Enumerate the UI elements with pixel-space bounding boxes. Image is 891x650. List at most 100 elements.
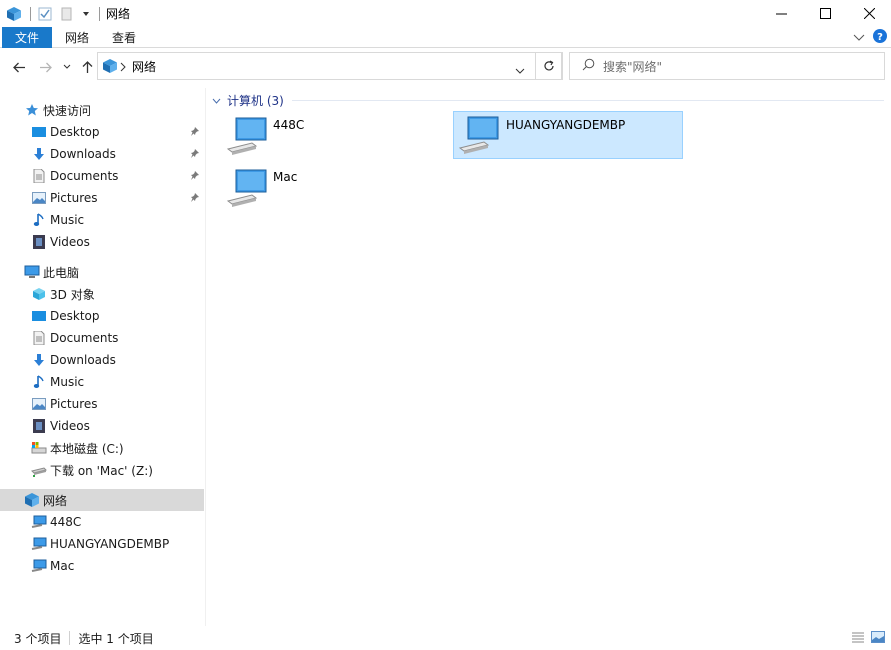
pin-icon[interactable] <box>190 191 200 205</box>
group-header-computers[interactable]: 计算机 (3) <box>212 92 884 108</box>
nav-label: 3D 对象 <box>50 287 95 302</box>
computer-item-huangyangdembp[interactable]: HUANGYANGDEMBP <box>453 111 683 159</box>
download-icon <box>31 146 47 162</box>
tab-file[interactable]: 文件 <box>2 27 52 48</box>
navigation-pane: 快速访问 Desktop Downloads Documents Picture… <box>0 88 206 626</box>
divider <box>30 6 31 21</box>
close-button[interactable] <box>847 0 891 27</box>
search-placeholder: 搜索"网络" <box>603 59 663 74</box>
new-folder-icon[interactable] <box>59 6 75 22</box>
nav-label: 448C <box>50 515 82 529</box>
nav-label: Desktop <box>50 125 100 139</box>
nav-pc-music[interactable]: Music <box>31 371 204 393</box>
forward-button[interactable] <box>36 59 54 75</box>
divider <box>99 6 100 21</box>
download-icon <box>31 352 47 368</box>
chevron-down-icon[interactable] <box>81 6 91 22</box>
document-icon <box>31 330 47 346</box>
computer-item-448c[interactable]: 448C <box>221 112 451 160</box>
computer-icon <box>226 168 268 211</box>
nav-label: 快速访问 <box>43 103 92 118</box>
nav-pc-documents[interactable]: Documents <box>31 327 204 349</box>
item-count: 3 个项目 <box>14 631 62 646</box>
group-label: 计算机 (3) <box>227 93 284 108</box>
computer-item-mac[interactable]: Mac <box>221 164 451 212</box>
nav-quick-documents[interactable]: Documents <box>31 165 204 187</box>
nav-quick-desktop[interactable]: Desktop <box>31 121 204 143</box>
chevron-down-icon <box>212 93 221 107</box>
nav-network-448c[interactable]: 448C <box>31 511 204 533</box>
computer-icon <box>24 264 40 280</box>
pin-icon[interactable] <box>190 169 200 183</box>
content-pane: 计算机 (3) 448C HUANGYANGDEMBP Mac <box>207 88 891 626</box>
nav-pc-mac-share[interactable]: 下载 on 'Mac' (Z:) <box>31 459 204 481</box>
maximize-button[interactable] <box>803 0 847 27</box>
up-button[interactable] <box>78 59 96 75</box>
computer-icon <box>226 116 268 159</box>
cube-icon <box>31 286 47 302</box>
tab-view[interactable]: 查看 <box>104 27 144 48</box>
network-icon[interactable] <box>6 6 22 22</box>
properties-icon[interactable] <box>37 6 53 22</box>
back-button[interactable] <box>10 59 28 75</box>
nav-pc-desktop[interactable]: Desktop <box>31 305 204 327</box>
nav-quick-videos[interactable]: Videos <box>31 231 204 253</box>
recent-locations-button[interactable] <box>60 59 74 75</box>
nav-label: Videos <box>50 419 90 433</box>
hard-drive-icon <box>31 440 47 456</box>
expand-ribbon-icon[interactable] <box>853 31 865 45</box>
selected-count: 选中 1 个项目 <box>78 631 154 646</box>
chevron-right-icon[interactable] <box>120 61 126 75</box>
help-icon[interactable]: ? <box>873 29 887 46</box>
large-icons-view-icon[interactable] <box>871 631 885 646</box>
nav-pc-videos[interactable]: Videos <box>31 415 204 437</box>
breadcrumb[interactable]: 网络 <box>132 58 156 75</box>
network-drive-icon <box>31 462 47 478</box>
explorer-window: 网络 文件 网络 查看 ? 网络 搜索"网络" 快速访问 Desktop Dow… <box>0 0 891 650</box>
desktop-icon <box>31 308 47 324</box>
nav-network-mac[interactable]: Mac <box>31 555 204 577</box>
nav-pc-3d-objects[interactable]: 3D 对象 <box>31 283 204 305</box>
nav-quick-access[interactable]: 快速访问 <box>24 99 204 121</box>
details-view-icon[interactable] <box>851 631 865 646</box>
search-icon <box>582 58 595 74</box>
nav-quick-pictures[interactable]: Pictures <box>31 187 204 209</box>
nav-pc-downloads[interactable]: Downloads <box>31 349 204 371</box>
computer-label: Mac <box>273 170 298 184</box>
search-input[interactable]: 搜索"网络" <box>569 52 885 80</box>
divider <box>69 631 71 645</box>
nav-label: HUANGYANGDEMBP <box>50 537 170 551</box>
network-icon <box>24 492 40 508</box>
star-icon <box>24 102 40 118</box>
pin-icon[interactable] <box>190 147 200 161</box>
status-bar: 3 个项目 选中 1 个项目 <box>0 626 891 650</box>
title-bar: 网络 <box>0 0 891 27</box>
nav-pc-local-disk[interactable]: 本地磁盘 (C:) <box>31 437 204 459</box>
nav-this-pc[interactable]: 此电脑 <box>24 261 204 283</box>
video-icon <box>31 234 47 250</box>
address-bar[interactable]: 网络 <box>97 52 562 80</box>
nav-label: Videos <box>50 235 90 249</box>
computer-icon <box>458 115 500 158</box>
nav-label: Music <box>50 213 85 227</box>
address-dropdown-icon[interactable] <box>515 63 525 77</box>
desktop-icon <box>31 124 47 140</box>
minimize-button[interactable] <box>759 0 803 27</box>
svg-text:?: ? <box>877 32 883 43</box>
music-icon <box>31 374 47 390</box>
pin-icon[interactable] <box>190 125 200 139</box>
address-row: 网络 搜索"网络" <box>0 49 891 85</box>
refresh-button[interactable] <box>535 52 563 80</box>
computer-icon <box>31 514 47 530</box>
nav-network[interactable]: 网络 <box>0 489 204 511</box>
nav-quick-music[interactable]: Music <box>31 209 204 231</box>
nav-network-huangyangdembp[interactable]: HUANGYANGDEMBP <box>31 533 204 555</box>
nav-quick-downloads[interactable]: Downloads <box>31 143 204 165</box>
nav-pc-pictures[interactable]: Pictures <box>31 393 204 415</box>
pictures-icon <box>31 190 47 206</box>
tab-network[interactable]: 网络 <box>58 27 96 48</box>
video-icon <box>31 418 47 434</box>
music-icon <box>31 212 47 228</box>
nav-label: Downloads <box>50 147 116 161</box>
ribbon: 文件 网络 查看 ? <box>0 27 891 48</box>
